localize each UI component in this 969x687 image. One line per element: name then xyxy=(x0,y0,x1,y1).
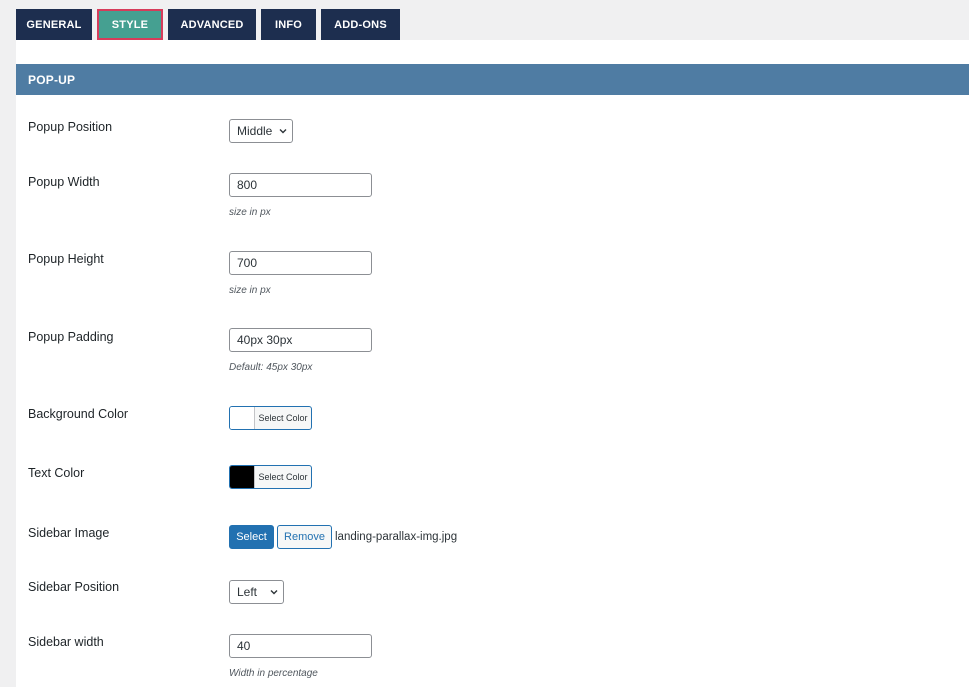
tab-general[interactable]: GENERAL xyxy=(16,9,92,40)
popup-width-input[interactable] xyxy=(229,173,372,197)
popup-padding-label: Popup Padding xyxy=(28,330,114,344)
sidebar-width-input[interactable] xyxy=(229,634,372,658)
settings-panel: POP-UP Popup Position Middle Popup Width… xyxy=(16,40,969,687)
tab-add-ons[interactable]: ADD-ONS xyxy=(321,9,400,40)
popup-width-hint: size in px xyxy=(229,207,271,218)
popup-padding-input[interactable] xyxy=(229,328,372,352)
tab-info[interactable]: INFO xyxy=(261,9,316,40)
section-header-popup: POP-UP xyxy=(16,64,969,95)
tab-style[interactable]: STYLE xyxy=(97,9,163,40)
popup-height-label: Popup Height xyxy=(28,252,104,266)
text-color-picker[interactable]: Select Color xyxy=(229,465,312,489)
text-color-select-label: Select Color xyxy=(258,472,308,482)
chevron-down-icon xyxy=(279,129,287,134)
settings-tabs: GENERAL STYLE ADVANCED INFO ADD-ONS xyxy=(16,9,405,40)
background-color-picker[interactable]: Select Color xyxy=(229,406,312,430)
popup-width-label: Popup Width xyxy=(28,175,100,189)
sidebar-width-label: Sidebar width xyxy=(28,635,104,649)
popup-position-value: Middle xyxy=(237,124,273,138)
popup-height-hint: size in px xyxy=(229,285,271,296)
background-color-swatch xyxy=(230,407,255,429)
sidebar-width-hint: Width in percentage xyxy=(229,668,318,679)
popup-height-input[interactable] xyxy=(229,251,372,275)
background-color-select-label: Select Color xyxy=(258,413,308,423)
sidebar-position-label: Sidebar Position xyxy=(28,580,120,594)
chevron-down-icon xyxy=(270,590,278,595)
text-color-label: Text Color xyxy=(28,466,85,480)
sidebar-image-filename: landing-parallax-img.jpg xyxy=(335,531,458,543)
background-color-label: Background Color xyxy=(28,407,129,421)
sidebar-position-value: Left xyxy=(237,585,258,599)
popup-position-label: Popup Position xyxy=(28,120,113,134)
text-color-swatch xyxy=(230,466,255,488)
sidebar-image-select-button[interactable]: Select xyxy=(229,525,274,549)
sidebar-image-remove-button[interactable]: Remove xyxy=(277,525,332,549)
popup-padding-hint: Default: 45px 30px xyxy=(229,362,313,373)
tab-advanced[interactable]: ADVANCED xyxy=(168,9,256,40)
sidebar-position-select[interactable]: Left xyxy=(229,580,284,604)
sidebar-image-label: Sidebar Image xyxy=(28,526,110,540)
popup-position-select[interactable]: Middle xyxy=(229,119,293,143)
